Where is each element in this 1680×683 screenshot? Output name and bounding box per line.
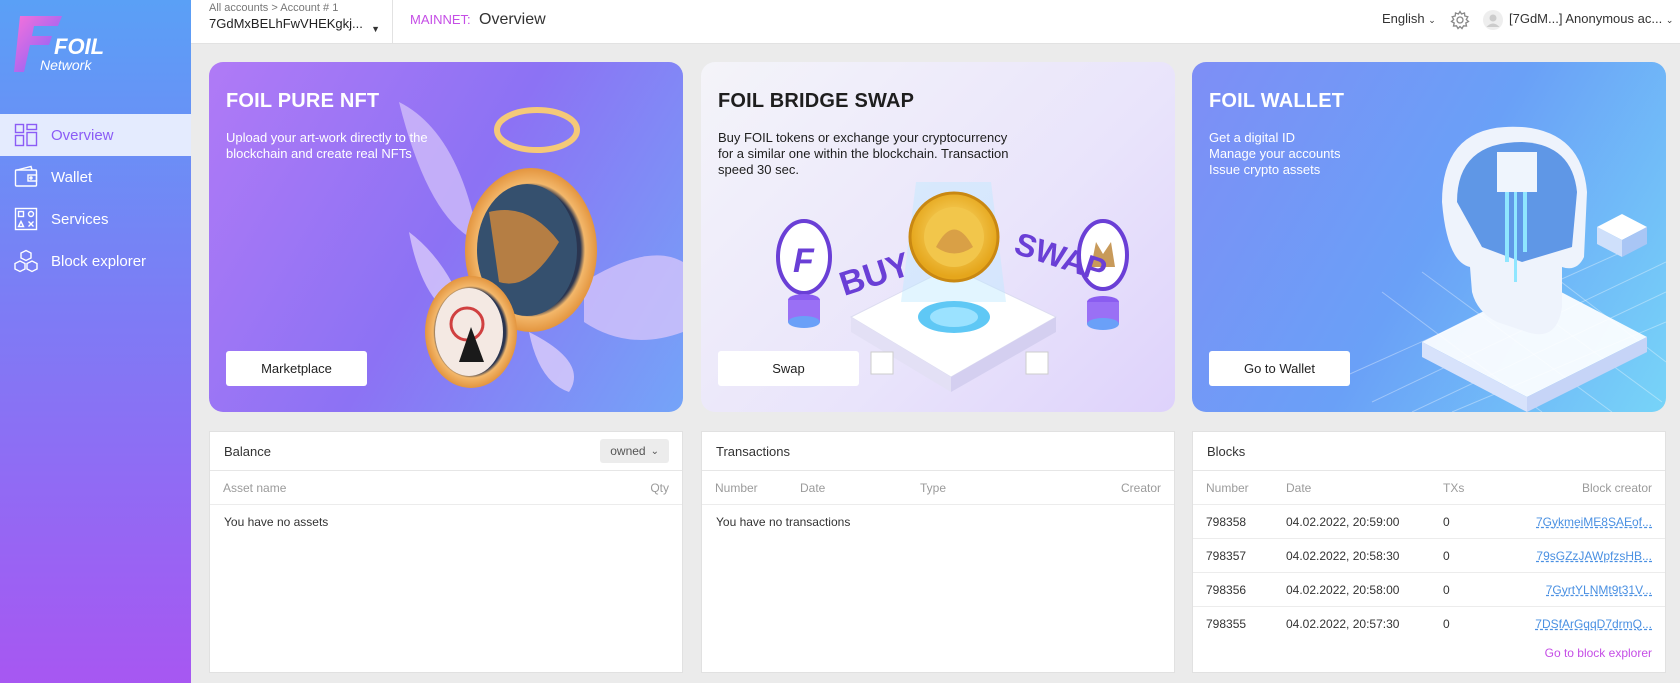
bridge-swap-promo-card: F BUY SWAP FOIL BRIDGE SWAP Buy FOIL tok… (701, 62, 1175, 412)
bridge-swap-card-title: FOIL BRIDGE SWAP (718, 90, 915, 112)
language-label: English (1382, 11, 1425, 26)
column-header-asset-name: Asset name (223, 480, 287, 495)
column-header-type: Type (920, 480, 947, 495)
block-explorer-icon (14, 249, 38, 273)
column-header-number: Number (1206, 480, 1249, 495)
foil-network-logo[interactable]: FOIL Network (14, 12, 124, 76)
blocks-table-header: Number Date TXs Block creator (1193, 471, 1665, 505)
block-txs: 0 (1443, 617, 1450, 631)
owned-filter-dropdown[interactable]: owned ⌄ (600, 439, 669, 463)
table-row: 798357 04.02.2022, 20:58:30 0 79sGZzJAWp… (1193, 539, 1665, 573)
table-row: 798358 04.02.2022, 20:59:00 0 7GykmeiME8… (1193, 505, 1665, 539)
language-selector[interactable]: English ⌄ (1382, 11, 1436, 26)
block-txs: 0 (1443, 514, 1450, 529)
block-creator-link[interactable]: 79sGZzJAWpfzsHB... (1536, 549, 1652, 563)
balance-title: Balance (224, 443, 271, 459)
table-row: 798356 04.02.2022, 20:58:00 0 7GyrtYLNMt… (1193, 573, 1665, 607)
account-breadcrumb: All accounts > Account # 1 (209, 2, 339, 14)
wallet-card-title: FOIL WALLET (1209, 90, 1345, 112)
transactions-empty-message: You have no transactions (716, 515, 851, 529)
column-header-creator: Creator (1120, 480, 1161, 495)
user-label: [7GdM...] Anonymous ac... (1509, 11, 1663, 26)
balance-table-header: Asset name Qty (210, 471, 682, 505)
network-label: MAINNET: (410, 12, 471, 27)
sidebar-item-label: Services (51, 210, 109, 228)
transactions-table-header: Number Date Type Creator (702, 471, 1174, 505)
column-header-number: Number (715, 480, 758, 495)
block-number: 798356 (1206, 582, 1247, 597)
sidebar-item-wallet[interactable]: Wallet (0, 156, 191, 198)
block-date: 04.02.2022, 20:57:30 (1286, 617, 1400, 631)
sidebar-item-label: Wallet (51, 168, 93, 186)
block-creator-link[interactable]: 7GykmeiME8SAEof... (1536, 515, 1652, 529)
sidebar-item-services[interactable]: Services (0, 198, 191, 240)
blocks-header: Blocks (1193, 432, 1665, 471)
block-date: 04.02.2022, 20:59:00 (1286, 514, 1400, 529)
wallet-icon (14, 165, 38, 189)
overview-grid-icon (14, 123, 38, 147)
chevron-down-icon: ⌄ (1665, 15, 1674, 25)
block-number: 798355 (1206, 617, 1247, 631)
gear-icon[interactable] (1450, 10, 1470, 30)
sidebar-item-overview[interactable]: Overview (0, 114, 191, 156)
svg-text:F: F (793, 242, 815, 280)
sidebar-item-block-explorer[interactable]: Block explorer (0, 240, 191, 282)
block-txs: 0 (1443, 582, 1450, 597)
nft-card-description: Upload your art-work directly to the blo… (226, 130, 428, 161)
svg-text:FOIL: FOIL (54, 34, 104, 59)
balance-panel: Balance owned ⌄ Asset name Qty You have … (209, 431, 683, 673)
block-number: 798358 (1206, 514, 1247, 529)
go-to-block-explorer-link[interactable]: Go to block explorer (1545, 646, 1652, 660)
balance-header: Balance owned ⌄ (210, 432, 682, 471)
wallet-card-description: Get a digital ID Manage your accounts Is… (1209, 130, 1341, 177)
owned-filter-label: owned (610, 444, 646, 458)
caret-down-icon: ▼ (371, 24, 380, 34)
svg-text:Network: Network (40, 57, 92, 73)
account-address: 7GdMxBELhFwVHEKgkj... (209, 16, 363, 31)
go-to-wallet-button[interactable]: Go to Wallet (1209, 351, 1350, 386)
nft-card-title: FOIL PURE NFT (226, 90, 380, 112)
column-header-date: Date (800, 480, 826, 495)
column-header-date: Date (1286, 480, 1312, 495)
column-header-block-creator: Block creator (1581, 480, 1652, 495)
block-date: 04.02.2022, 20:58:00 (1286, 582, 1400, 597)
bridge-swap-card-description: Buy FOIL tokens or exchange your cryptoc… (718, 130, 1009, 177)
user-menu[interactable]: [7GdM...] Anonymous ac... ⌄ (1509, 11, 1673, 26)
sidebar: FOIL Network Overview Wallet Services Bl… (0, 0, 191, 683)
block-creator-link[interactable]: 7GyrtYLNMt9t31V... (1546, 583, 1652, 597)
block-txs: 0 (1443, 548, 1450, 563)
transactions-title: Transactions (716, 443, 790, 459)
swap-button[interactable]: Swap (718, 351, 859, 386)
chevron-down-icon: ⌄ (1428, 15, 1436, 25)
block-creator-link[interactable]: 7DSfArGqqD7drmQ... (1535, 617, 1652, 631)
balance-empty-message: You have no assets (224, 515, 329, 529)
blocks-panel: Blocks Number Date TXs Block creator 798… (1192, 431, 1666, 673)
wallet-promo-card: FOIL WALLET Get a digital ID Manage your… (1192, 62, 1666, 412)
column-header-qty: Qty (650, 480, 669, 495)
nft-promo-card: FOIL PURE NFT Upload your art-work direc… (209, 62, 683, 412)
transactions-header: Transactions (702, 432, 1174, 471)
transactions-panel: Transactions Number Date Type Creator Yo… (701, 431, 1175, 673)
top-bar: All accounts > Account # 1 7GdMxBELhFwVH… (191, 0, 1680, 44)
services-icon (14, 207, 38, 231)
chevron-down-icon: ⌄ (650, 445, 659, 457)
sidebar-nav: Overview Wallet Services Block explorer (0, 114, 191, 282)
column-header-txs: TXs (1443, 480, 1465, 495)
page-title: Overview (479, 11, 546, 28)
block-date: 04.02.2022, 20:58:30 (1286, 548, 1400, 563)
account-selector[interactable]: All accounts > Account # 1 7GdMxBELhFwVH… (191, 0, 393, 44)
blocks-title: Blocks (1207, 443, 1246, 459)
table-row: 798355 04.02.2022, 20:57:30 0 7DSfArGqqD… (1193, 607, 1665, 641)
user-avatar-icon (1483, 10, 1503, 30)
sidebar-item-label: Overview (51, 126, 114, 144)
marketplace-button[interactable]: Marketplace (226, 351, 367, 386)
block-number: 798357 (1206, 548, 1247, 563)
sidebar-item-label: Block explorer (51, 252, 147, 270)
